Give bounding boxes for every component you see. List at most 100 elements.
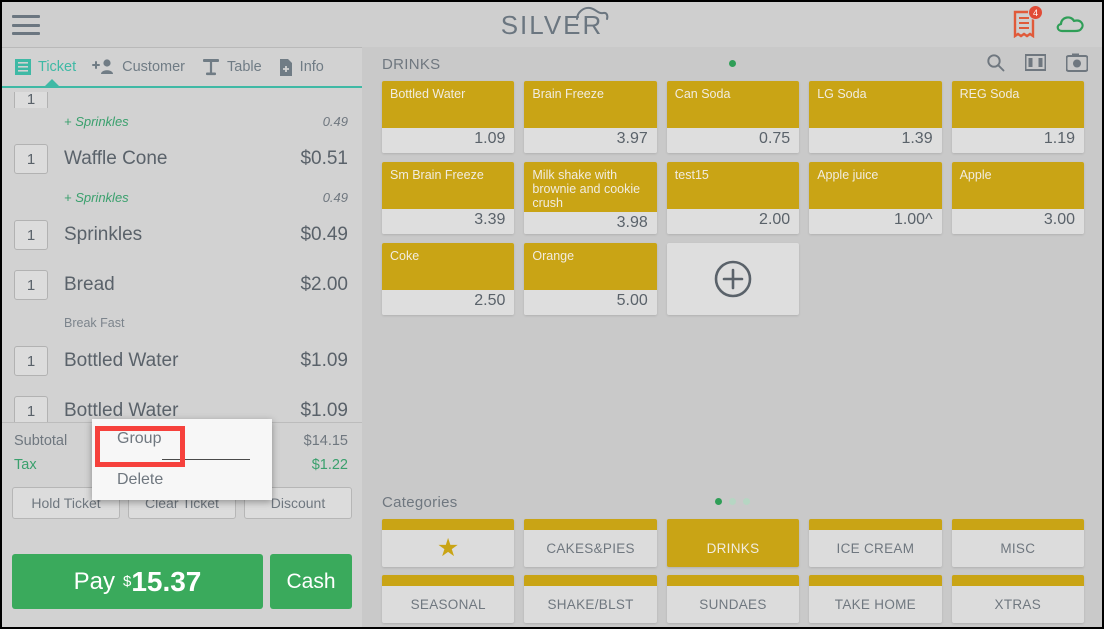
- ticket-item-name: Sprinkles: [64, 224, 143, 245]
- category-shake-blst[interactable]: SHAKE/BLST: [524, 575, 657, 623]
- category-xtras[interactable]: XTRAS: [951, 575, 1084, 623]
- camera-icon[interactable]: [1066, 53, 1088, 72]
- categories-pagination-dots: [362, 498, 1102, 505]
- category-sundaes[interactable]: SUNDAES: [666, 575, 800, 623]
- open-tickets-icon[interactable]: 4: [1012, 5, 1043, 39]
- product-tile-top: Apple: [951, 162, 1084, 209]
- modifier-name: + Sprinkles: [64, 113, 129, 129]
- tab-customer-label: Customer: [122, 59, 185, 75]
- ticket-items-list[interactable]: 1 + Sprinkles 0.49 1 Waffle Cone $0.51 +…: [2, 90, 362, 422]
- ticket-modifier-row: Break Fast: [2, 310, 362, 336]
- table-icon: [203, 59, 219, 76]
- product-price: 2.00: [666, 209, 800, 234]
- pay-button[interactable]: Pay $ 15.37: [12, 554, 263, 609]
- pagination-dot: [742, 498, 750, 505]
- product-tile[interactable]: Can Soda 0.75: [666, 81, 800, 153]
- ticket-item-price: $0.51: [300, 148, 348, 169]
- product-tile[interactable]: Milk shake with brownie and cookie crush…: [524, 162, 657, 234]
- product-tile[interactable]: Bottled Water 1.09: [382, 81, 515, 153]
- products-header-icons: [986, 53, 1088, 72]
- product-tile[interactable]: test15 2.00: [666, 162, 800, 234]
- tab-info[interactable]: Info: [274, 58, 336, 77]
- product-tile[interactable]: Sm Brain Freeze 3.39: [382, 162, 515, 234]
- categories-grid: ★ CAKES&PIES DRINKS ICE CREAM MISC SEASO…: [362, 519, 1102, 623]
- ticket-item-name: Bread: [64, 274, 115, 295]
- ticket-row[interactable]: 1 Sprinkles $0.49: [2, 210, 362, 260]
- category-ice-cream[interactable]: ICE CREAM: [809, 519, 942, 567]
- open-tickets-badge: 4: [1028, 5, 1043, 20]
- context-menu-group[interactable]: Group: [92, 419, 272, 459]
- product-name: LG Soda: [817, 87, 867, 101]
- ticket-tabs: Ticket Customer Table Info: [2, 48, 362, 88]
- products-header: DRINKS: [362, 47, 1102, 81]
- pos-app: SILVER 4 Ticket Customer Table Info 1 + …: [0, 0, 1104, 629]
- ticket-item-name: Waffle Cone: [64, 148, 168, 169]
- qty-box[interactable]: 1: [14, 396, 48, 422]
- category-drinks[interactable]: DRINKS: [666, 519, 800, 567]
- product-name: Apple: [959, 168, 992, 182]
- qty-box[interactable]: 1: [14, 220, 48, 250]
- product-tile[interactable]: Coke 2.50: [382, 243, 515, 315]
- tab-info-label: Info: [299, 59, 324, 75]
- columns-icon[interactable]: [1025, 53, 1046, 72]
- pay-amount: 15.37: [131, 565, 202, 597]
- qty-box[interactable]: 1: [14, 92, 48, 108]
- info-file-icon: [279, 58, 292, 76]
- product-tile[interactable]: Apple 3.00: [951, 162, 1084, 234]
- plus-circle-icon: [714, 260, 752, 298]
- product-name: Sm Brain Freeze: [390, 168, 484, 182]
- context-menu-delete[interactable]: Delete: [92, 460, 272, 500]
- add-product-tile[interactable]: [666, 243, 800, 315]
- ticket-item-price: $0.49: [300, 224, 348, 245]
- product-price: 2.50: [382, 290, 515, 315]
- modifier-name: Break Fast: [64, 316, 125, 330]
- product-tile[interactable]: Brain Freeze 3.97: [524, 81, 657, 153]
- ticket-row[interactable]: 1 Waffle Cone $0.51: [2, 134, 362, 184]
- cash-button[interactable]: Cash: [270, 554, 352, 609]
- subtotal-value: $14.15: [303, 433, 348, 449]
- qty-box[interactable]: 1: [14, 270, 48, 300]
- cloud-sync-icon[interactable]: [1054, 12, 1088, 36]
- products-title: DRINKS: [382, 55, 441, 73]
- product-price: 3.00: [951, 209, 1084, 234]
- category-cakes-pies[interactable]: CAKES&PIES: [524, 519, 657, 567]
- category-favorites[interactable]: ★: [382, 519, 515, 567]
- tab-table[interactable]: Table: [197, 57, 274, 77]
- item-context-menu: Group Delete: [92, 419, 272, 500]
- category-seasonal[interactable]: SEASONAL: [382, 575, 515, 623]
- product-tile-top: REG Soda: [951, 81, 1084, 128]
- product-name: Bottled Water: [390, 87, 466, 101]
- product-tile[interactable]: LG Soda 1.39: [809, 81, 942, 153]
- ticket-row[interactable]: 1 Bottled Water $1.09: [2, 336, 362, 386]
- search-icon[interactable]: [986, 53, 1005, 72]
- product-tile-top: Milk shake with brownie and cookie crush: [524, 162, 657, 212]
- logo-cloud-icon: [576, 6, 609, 20]
- product-name: Apple juice: [817, 168, 879, 182]
- ticket-row[interactable]: 1 Bottled Water $1.09: [2, 386, 362, 422]
- subtotal-label: Subtotal: [14, 433, 68, 449]
- product-tile[interactable]: REG Soda 1.19: [951, 81, 1084, 153]
- tax-label: Tax: [14, 457, 37, 473]
- payment-buttons: Pay $ 15.37 Cash: [2, 554, 362, 609]
- product-tile[interactable]: Orange 5.00: [524, 243, 657, 315]
- product-tile-top: Bottled Water: [382, 81, 515, 128]
- modifier-price: 0.49: [322, 189, 348, 205]
- product-tile[interactable]: Apple juice 1.00^: [809, 162, 942, 234]
- add-person-icon: [92, 59, 114, 74]
- category-take-home[interactable]: TAKE HOME: [809, 575, 942, 623]
- product-price: 1.09: [382, 128, 515, 153]
- qty-box[interactable]: 1: [14, 346, 48, 376]
- product-grid: Bottled Water 1.09 Brain Freeze 3.97 Can…: [362, 81, 1102, 315]
- product-tile-top: Orange: [524, 243, 657, 290]
- category-misc[interactable]: MISC: [951, 519, 1084, 567]
- ticket-item-partial[interactable]: 1: [2, 92, 362, 108]
- qty-box[interactable]: 1: [14, 144, 48, 174]
- ticket-icon: [15, 59, 31, 75]
- ticket-row[interactable]: 1 Bread $2.00: [2, 260, 362, 310]
- tab-ticket[interactable]: Ticket: [10, 58, 88, 76]
- product-price: 3.39: [382, 209, 515, 234]
- tab-customer[interactable]: Customer: [88, 58, 197, 76]
- modifier-price: 0.49: [322, 113, 348, 129]
- ticket-modifier-row: + Sprinkles 0.49: [2, 184, 362, 210]
- product-name: Orange: [532, 249, 575, 263]
